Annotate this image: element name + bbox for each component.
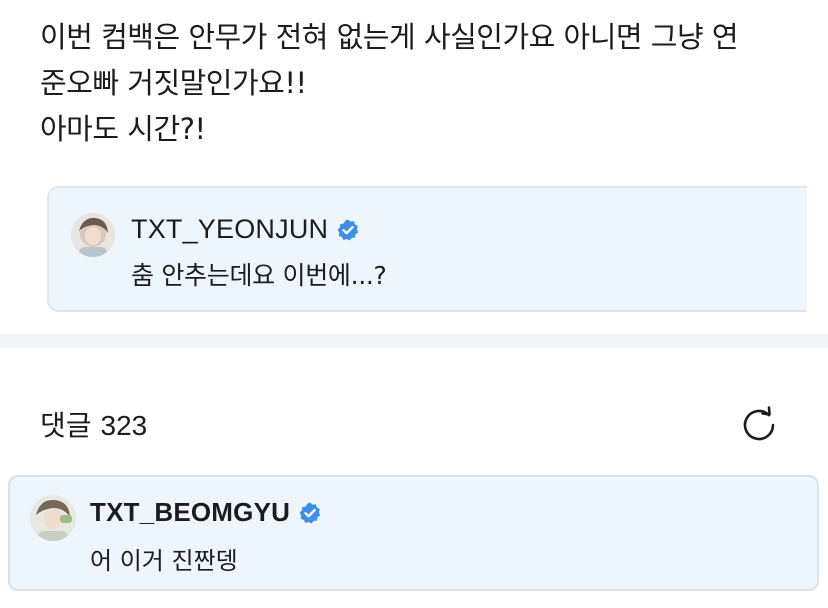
avatar[interactable] bbox=[71, 213, 115, 257]
post-body: 이번 컴백은 안무가 전혀 없는게 사실인가요 아니면 그냥 연 준오빠 거짓말… bbox=[40, 14, 810, 152]
comment-text: 어 이거 진짠뎅 bbox=[90, 547, 238, 575]
quoted-post-text: 춤 안추는데요 이번에...? bbox=[131, 261, 387, 290]
section-divider bbox=[0, 334, 828, 348]
verified-badge-icon bbox=[298, 501, 322, 525]
post-text-line-3: 아마도 시간?! bbox=[40, 112, 206, 146]
comments-count: 323 bbox=[100, 410, 148, 441]
avatar[interactable] bbox=[30, 495, 76, 541]
comment-author-row: TXT_BEOMGYU bbox=[90, 497, 322, 528]
post-text-line-2: 준오빠 거짓말인가요!! bbox=[40, 66, 307, 100]
refresh-icon bbox=[743, 406, 775, 441]
comment-author-name[interactable]: TXT_BEOMGYU bbox=[90, 497, 290, 528]
quoted-author-name[interactable]: TXT_YEONJUN bbox=[131, 214, 328, 245]
quoted-post-card[interactable]: TXT_YEONJUN 춤 안추는데요 이번에...? bbox=[47, 186, 807, 312]
comment-item[interactable]: TXT_BEOMGYU 어 이거 진짠뎅 bbox=[8, 475, 819, 591]
verified-badge-icon bbox=[336, 218, 360, 242]
comments-header: 댓글 323 bbox=[40, 404, 147, 444]
refresh-button[interactable] bbox=[738, 404, 780, 446]
comments-label: 댓글 bbox=[40, 409, 92, 442]
post-text-line-1: 이번 컴백은 안무가 전혀 없는게 사실인가요 아니면 그냥 연 bbox=[40, 20, 739, 54]
quoted-author-row: TXT_YEONJUN bbox=[131, 214, 360, 245]
